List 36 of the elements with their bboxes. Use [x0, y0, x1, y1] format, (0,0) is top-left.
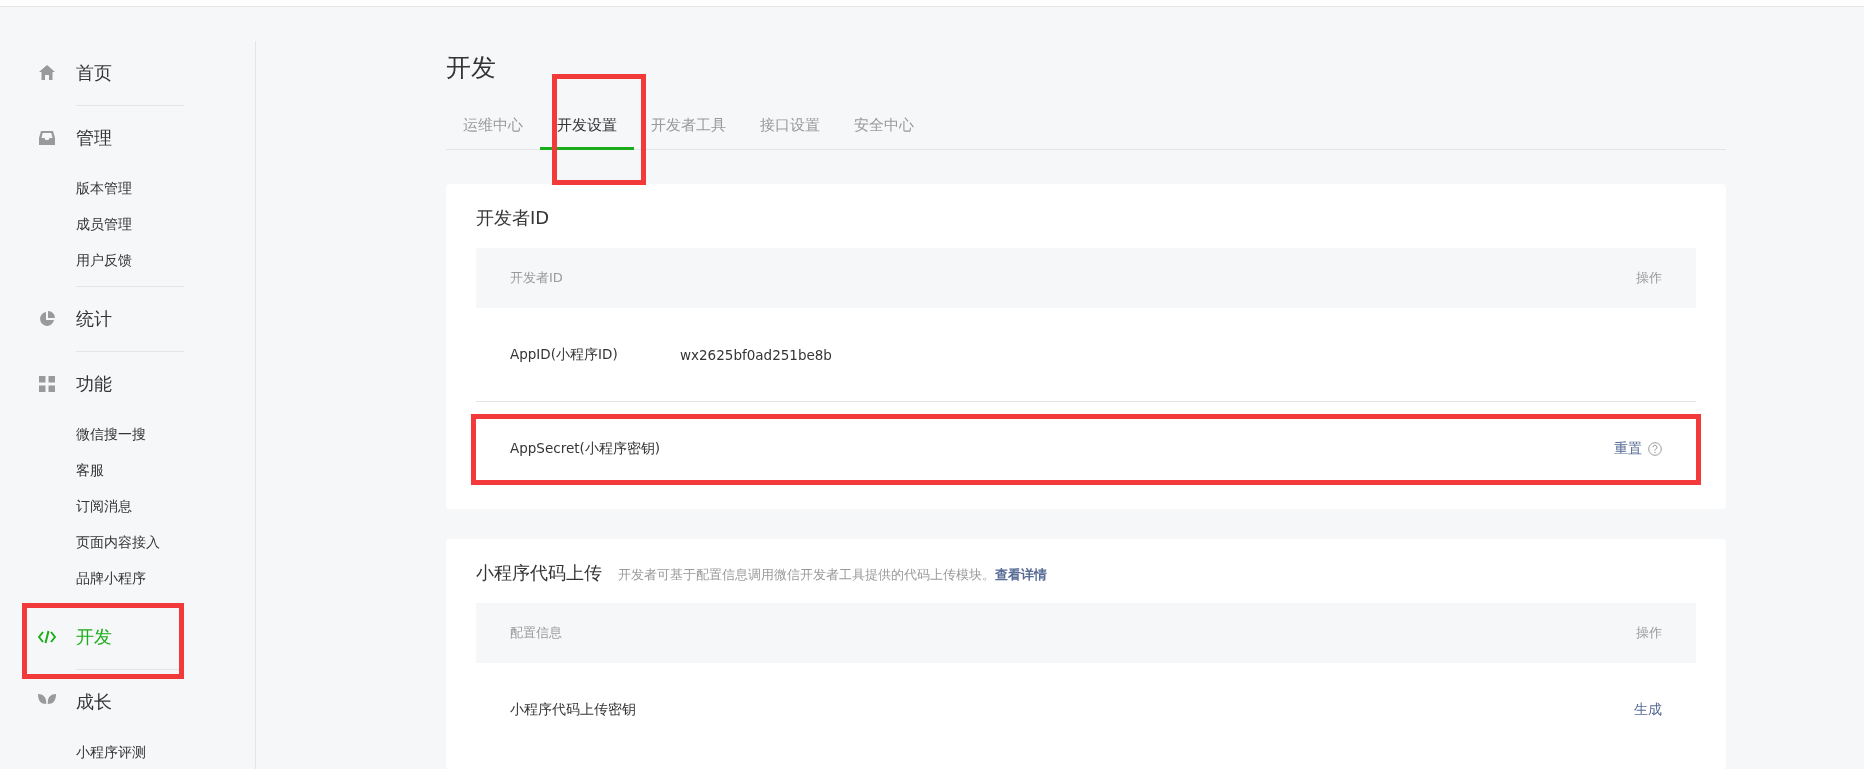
sidebar-subitem[interactable]: 小程序评测: [76, 734, 184, 769]
sidebar-subitem[interactable]: 订阅消息: [76, 488, 184, 524]
sidebar-subitem[interactable]: 客服: [76, 452, 184, 488]
action-link[interactable]: 生成: [1634, 700, 1662, 719]
tab[interactable]: 开发设置: [540, 106, 634, 150]
sidebar-subitem[interactable]: 用户反馈: [76, 242, 184, 278]
column-header: 操作: [1636, 624, 1662, 642]
inbox-icon: [38, 129, 56, 147]
table-cell-text: AppSecret(小程序密钥): [510, 439, 662, 458]
pie-icon: [38, 310, 56, 328]
sidebar-item[interactable]: 首页: [22, 41, 184, 105]
column-header: 开发者ID: [510, 269, 563, 287]
card-description: 开发者可基于配置信息调用微信开发者工具提供的代码上传模块。查看详情: [618, 567, 1047, 584]
card-title: 小程序代码上传: [476, 561, 602, 585]
sidebar-subitem[interactable]: 微信搜一搜: [76, 416, 184, 452]
sidebar-item[interactable]: 功能: [22, 352, 184, 416]
sidebar-subitem[interactable]: 成员管理: [76, 206, 184, 242]
table-cell-text: AppID(小程序ID): [510, 345, 619, 364]
grid-icon: [38, 375, 56, 393]
action-link[interactable]: 重置: [1614, 439, 1642, 458]
table-cell-text: 小程序代码上传密钥: [510, 700, 637, 719]
table-cell: wx2625bf0ad251be8b: [680, 346, 832, 363]
sidebar-subitem[interactable]: 品牌小程序: [76, 560, 184, 596]
column-header: 操作: [1636, 269, 1662, 287]
card-title: 开发者ID: [476, 206, 550, 230]
sidebar-item[interactable]: 管理: [22, 106, 184, 170]
page-title: 开发: [446, 52, 497, 84]
code-icon: [38, 630, 56, 644]
sidebar-subitem[interactable]: 版本管理: [76, 170, 184, 206]
sidebar-item[interactable]: 统计: [22, 287, 184, 351]
home-icon: [38, 64, 56, 82]
help-icon[interactable]: [1648, 441, 1662, 456]
column-header: 配置信息: [510, 624, 562, 642]
sidebar-item[interactable]: 成长: [22, 670, 184, 734]
details-link[interactable]: 查看详情: [995, 567, 1047, 582]
sidebar-subitem[interactable]: 页面内容接入: [76, 524, 184, 560]
